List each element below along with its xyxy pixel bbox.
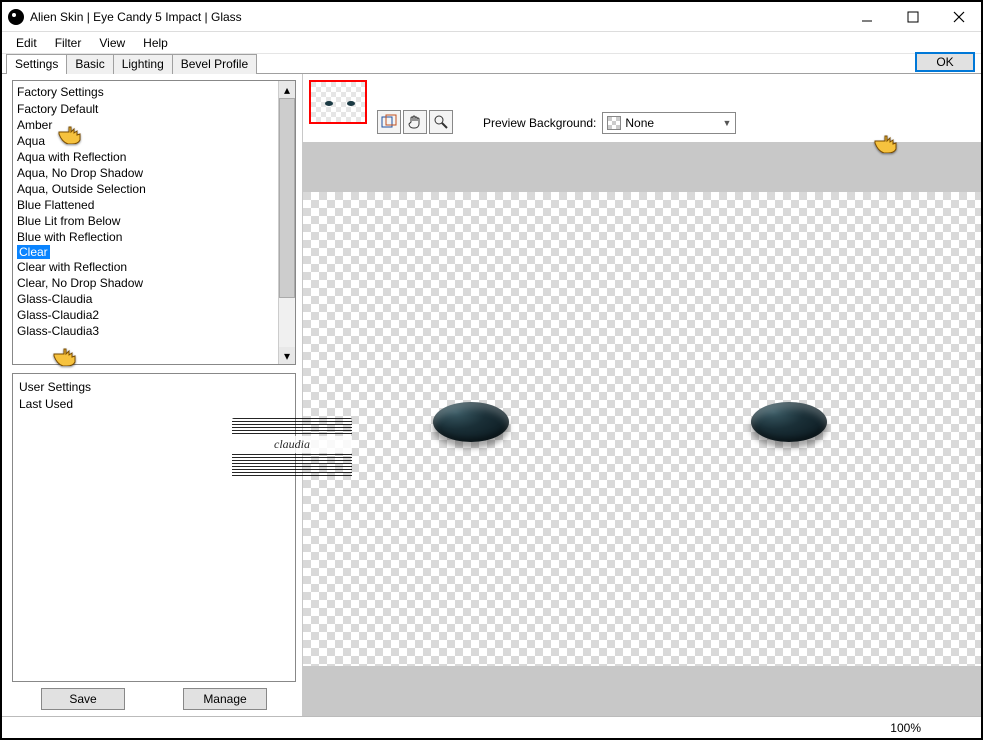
list-item[interactable]: Aqua — [17, 133, 274, 149]
list-item[interactable]: Factory Default — [17, 101, 274, 117]
scroll-down-icon[interactable]: ▾ — [279, 347, 295, 364]
list-item[interactable]: Clear — [17, 245, 50, 259]
checker-swatch-icon — [607, 116, 621, 130]
preset-buttons: Save Manage — [12, 688, 296, 710]
list-item[interactable]: Clear with Reflection — [17, 259, 274, 275]
menu-edit[interactable]: Edit — [8, 34, 45, 52]
list-item[interactable]: Amber — [17, 117, 274, 133]
factory-list-content: Factory Settings Factory DefaultAmberAqu… — [13, 81, 278, 364]
glass-shape — [433, 402, 509, 442]
preview-bg-control: Preview Background: None ▼ — [483, 112, 736, 134]
menu-filter[interactable]: Filter — [47, 34, 90, 52]
list-item[interactable]: Last Used — [19, 396, 289, 412]
scroll-thumb[interactable] — [279, 98, 295, 298]
list-item[interactable]: Aqua with Reflection — [17, 149, 274, 165]
preview-bg-value: None — [625, 116, 654, 130]
move-tool-icon[interactable] — [377, 110, 401, 134]
tab-bevel[interactable]: Bevel Profile — [172, 54, 257, 74]
menu-help[interactable]: Help — [135, 34, 176, 52]
list-item[interactable]: Glass-Claudia2 — [17, 307, 274, 323]
tab-basic[interactable]: Basic — [66, 54, 113, 74]
list-item[interactable]: Glass-Claudia3 — [17, 323, 274, 339]
glass-shape — [751, 402, 827, 442]
menubar: Edit Filter View Help — [2, 32, 981, 54]
close-button[interactable] — [935, 2, 981, 31]
titlebar: Alien Skin | Eye Candy 5 Impact | Glass — [2, 2, 981, 32]
list-item[interactable]: Blue Lit from Below — [17, 213, 274, 229]
ok-button[interactable]: OK — [915, 52, 975, 72]
menu-view[interactable]: View — [91, 34, 133, 52]
preview-panel: Preview Background: None ▼ — [302, 74, 981, 716]
save-button[interactable]: Save — [41, 688, 125, 710]
factory-header: Factory Settings — [17, 83, 274, 101]
dialog-window: Alien Skin | Eye Candy 5 Impact | Glass … — [0, 0, 983, 740]
user-header: User Settings — [19, 378, 289, 396]
gray-spacer-top — [303, 142, 981, 192]
scroll-up-icon[interactable]: ▴ — [279, 81, 295, 98]
maximize-button[interactable] — [889, 2, 935, 31]
preview-bg-label: Preview Background: — [483, 116, 596, 130]
gray-spacer-bottom — [303, 666, 981, 716]
dialog-body: Factory Settings Factory DefaultAmberAqu… — [2, 74, 981, 716]
list-item[interactable]: Clear, No Drop Shadow — [17, 275, 274, 291]
window-buttons — [843, 2, 981, 31]
list-item[interactable]: Glass-Claudia — [17, 291, 274, 307]
statusbar: 100% — [2, 716, 981, 738]
toolbar-row: Preview Background: None ▼ — [303, 74, 981, 142]
settings-panel: Factory Settings Factory DefaultAmberAqu… — [2, 74, 302, 716]
tab-bar: Settings Basic Lighting Bevel Profile OK… — [2, 54, 981, 74]
tool-icons — [377, 110, 453, 134]
user-settings-list[interactable]: User Settings Last Used — [12, 373, 296, 682]
factory-settings-list[interactable]: Factory Settings Factory DefaultAmberAqu… — [12, 80, 296, 365]
tab-lighting[interactable]: Lighting — [113, 54, 173, 74]
list-item[interactable]: Blue with Reflection — [17, 229, 274, 245]
window-title: Alien Skin | Eye Candy 5 Impact | Glass — [30, 10, 843, 24]
app-icon — [8, 9, 24, 25]
preview-thumbnail[interactable] — [309, 80, 367, 124]
list-item[interactable]: Aqua, Outside Selection — [17, 181, 274, 197]
factory-scrollbar[interactable]: ▴ ▾ — [278, 81, 295, 364]
list-item[interactable]: Aqua, No Drop Shadow — [17, 165, 274, 181]
preview-canvas[interactable] — [303, 192, 981, 666]
zoom-value: 100% — [890, 721, 921, 735]
minimize-button[interactable] — [843, 2, 889, 31]
manage-button[interactable]: Manage — [183, 688, 267, 710]
preview-bg-dropdown[interactable]: None ▼ — [602, 112, 736, 134]
chevron-down-icon: ▼ — [722, 118, 731, 128]
hand-tool-icon[interactable] — [403, 110, 427, 134]
list-item[interactable]: Blue Flattened — [17, 197, 274, 213]
zoom-tool-icon[interactable] — [429, 110, 453, 134]
tab-settings[interactable]: Settings — [6, 54, 67, 74]
